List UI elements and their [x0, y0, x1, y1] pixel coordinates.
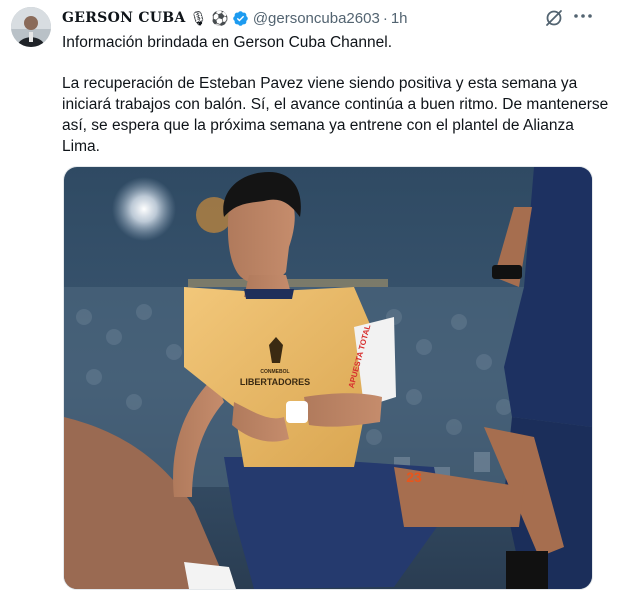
shorts-number: 23: [406, 469, 422, 485]
avatar[interactable]: [11, 7, 51, 47]
more-options-icon[interactable]: [572, 5, 594, 27]
tweet-text: Información brindada en Gerson Cuba Chan…: [62, 32, 610, 157]
microphone-icon: 🎙: [189, 10, 208, 26]
tweet-text-body: La recuperación de Esteban Pavez viene s…: [62, 75, 609, 155]
tweet-photo[interactable]: APUESTA TOTAL CONMEBOL LIBERTADORES 23: [63, 166, 593, 590]
vest-text-line2: LIBERTADORES: [240, 377, 310, 387]
vest-text-line1: CONMEBOL: [260, 369, 289, 375]
author-handle[interactable]: @gersoncuba2603: [253, 10, 380, 27]
timestamp[interactable]: 1h: [391, 10, 408, 27]
author-name[interactable]: GERSON CUBA: [62, 10, 186, 26]
separator-dot: ·: [382, 9, 388, 27]
tweet[interactable]: GERSON CUBA 🎙 ⚽ @gersoncuba2603 · 1h Inf…: [0, 0, 640, 596]
verified-badge-icon[interactable]: [232, 10, 249, 27]
tweet-header: GERSON CUBA 🎙 ⚽ @gersoncuba2603 · 1h: [62, 8, 408, 28]
stadium-light: [112, 177, 176, 241]
grok-icon[interactable]: [544, 8, 564, 28]
tweet-text-line1: Información brindada en Gerson Cuba Chan…: [62, 34, 393, 51]
soccer-ball-icon: ⚽: [211, 10, 229, 26]
avatar-image: [11, 7, 51, 47]
photo-scene: APUESTA TOTAL CONMEBOL LIBERTADORES 23: [64, 167, 592, 589]
